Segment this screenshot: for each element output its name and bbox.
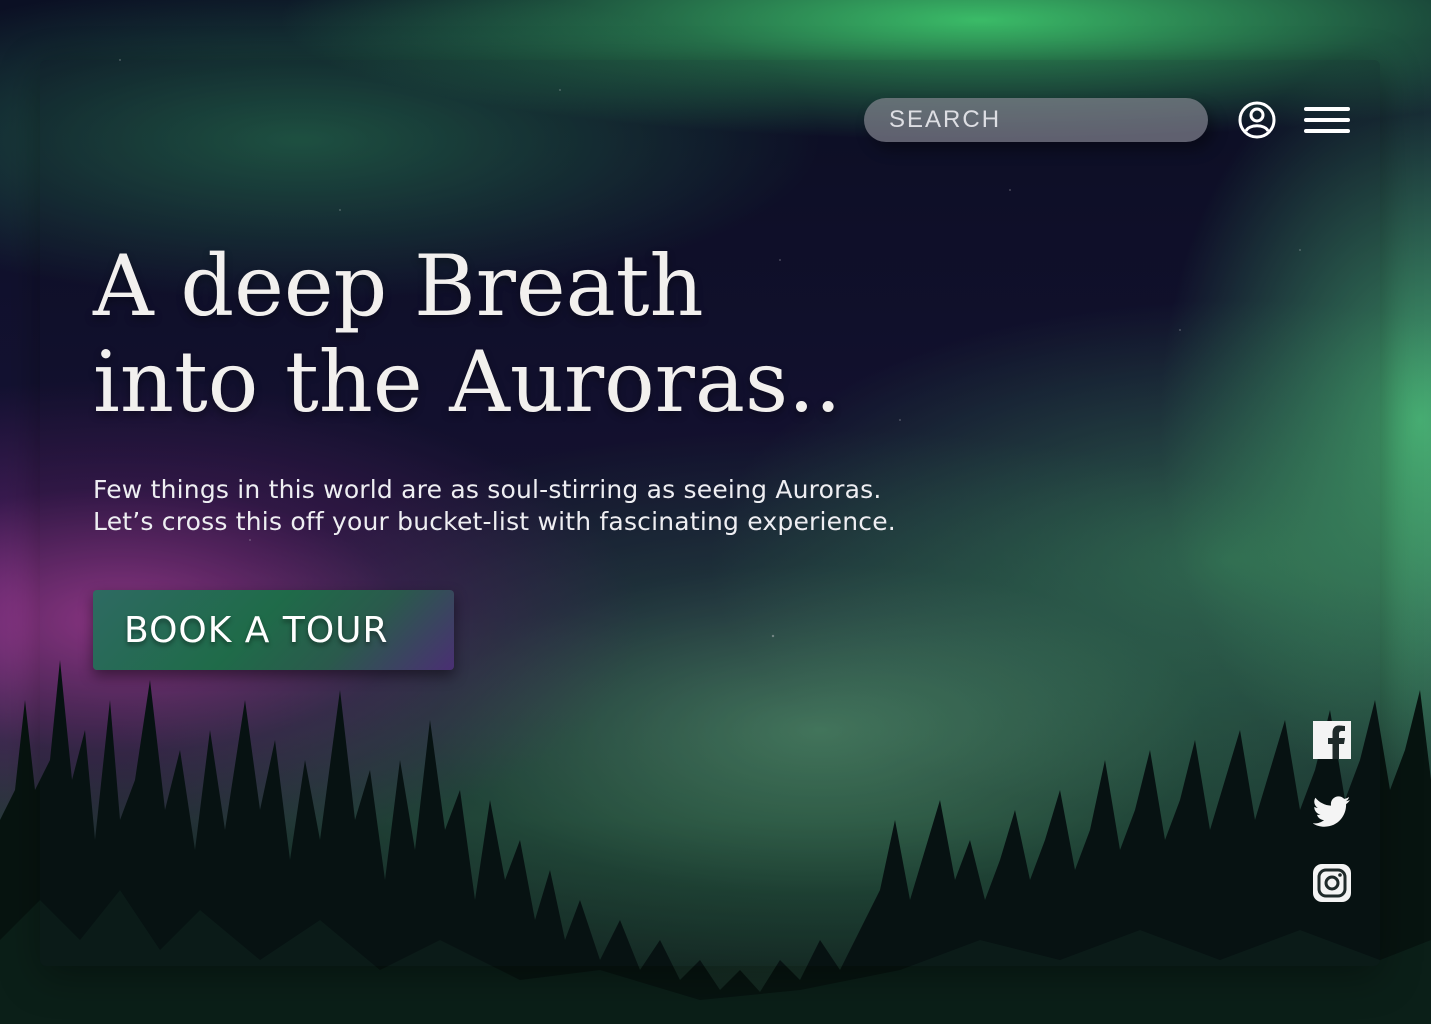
headline-line-1: A deep Breath <box>93 237 704 335</box>
twitter-icon <box>1313 796 1351 827</box>
twitter-link[interactable] <box>1313 793 1351 831</box>
facebook-link[interactable] <box>1313 721 1351 759</box>
subtitle-line-2: Let’s cross this off your bucket-list wi… <box>93 507 896 536</box>
book-tour-button[interactable]: BOOK A TOUR <box>93 590 454 670</box>
instagram-icon <box>1313 864 1351 902</box>
hero-subtitle: Few things in this world are as soul-sti… <box>93 474 896 538</box>
subtitle-line-1: Few things in this world are as soul-sti… <box>93 475 882 504</box>
instagram-link[interactable] <box>1313 864 1351 902</box>
account-button[interactable] <box>1236 99 1278 141</box>
user-circle-icon <box>1238 101 1276 139</box>
menu-button[interactable] <box>1303 102 1351 138</box>
facebook-icon <box>1313 721 1351 759</box>
book-tour-label: BOOK A TOUR <box>124 609 389 651</box>
hamburger-menu-icon <box>1304 107 1350 133</box>
headline-line-2: into the Auroras.. <box>93 333 842 431</box>
hero-headline: A deep Breath into the Auroras.. <box>93 238 842 430</box>
search-placeholder: SEARCH <box>889 106 1002 133</box>
search-input[interactable]: SEARCH <box>864 98 1208 142</box>
